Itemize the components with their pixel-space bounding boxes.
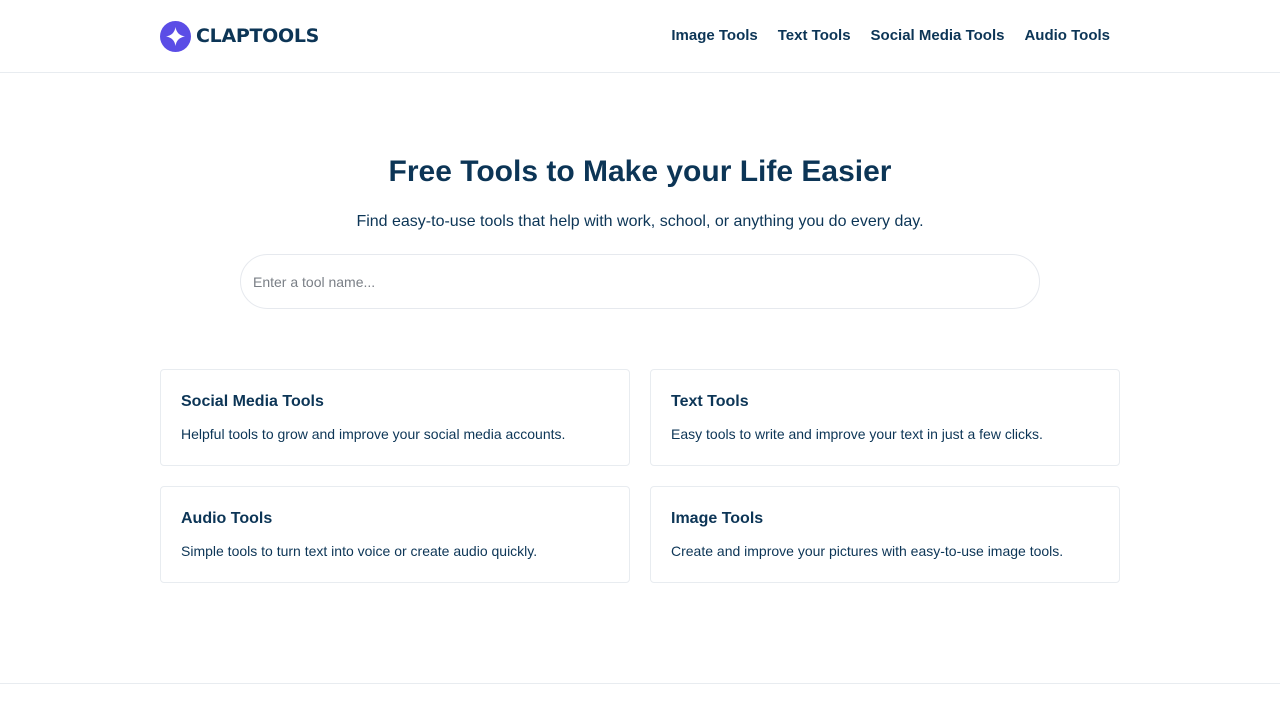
category-card-title: Image Tools <box>671 510 764 527</box>
tool-search-input[interactable] <box>240 254 1040 309</box>
logo-text: CLAPTOOLS <box>196 25 320 47</box>
category-card-description: Create and improve your pictures with ea… <box>671 543 1064 559</box>
category-card-title: Social Media Tools <box>181 393 324 410</box>
category-card-image-tools[interactable]: Image Tools Create and improve your pict… <box>650 486 1120 583</box>
claptools-logo[interactable]: CLAPTOOLS <box>160 20 319 52</box>
main-nav: Image Tools Text Tools Social Media Tool… <box>671 26 1110 46</box>
category-card-title: Audio Tools <box>181 510 273 527</box>
top-navigation-bar: CLAPTOOLS Image Tools Text Tools Social … <box>0 0 1280 73</box>
nav-link-text-tools[interactable]: Text Tools <box>778 26 851 46</box>
hero-subtitle: Find easy-to-use tools that help with wo… <box>356 213 924 230</box>
category-card-title: Text Tools <box>671 393 749 410</box>
nav-link-social-media-tools[interactable]: Social Media Tools <box>871 26 1005 46</box>
nav-link-image-tools[interactable]: Image Tools <box>671 26 757 46</box>
footer-divider <box>0 683 1280 684</box>
category-card-description: Easy tools to write and improve your tex… <box>671 426 1043 442</box>
category-card-audio-tools[interactable]: Audio Tools Simple tools to turn text in… <box>160 486 630 583</box>
hero-title: Free Tools to Make your Life Easier <box>388 155 892 188</box>
category-card-social-media-tools[interactable]: Social Media Tools Helpful tools to grow… <box>160 369 630 466</box>
category-card-text-tools[interactable]: Text Tools Easy tools to write and impro… <box>650 369 1120 466</box>
category-card-description: Helpful tools to grow and improve your s… <box>181 426 566 442</box>
category-card-description: Simple tools to turn text into voice or … <box>181 543 538 559</box>
sparkle-star-icon <box>160 20 191 52</box>
nav-link-audio-tools[interactable]: Audio Tools <box>1024 26 1110 46</box>
